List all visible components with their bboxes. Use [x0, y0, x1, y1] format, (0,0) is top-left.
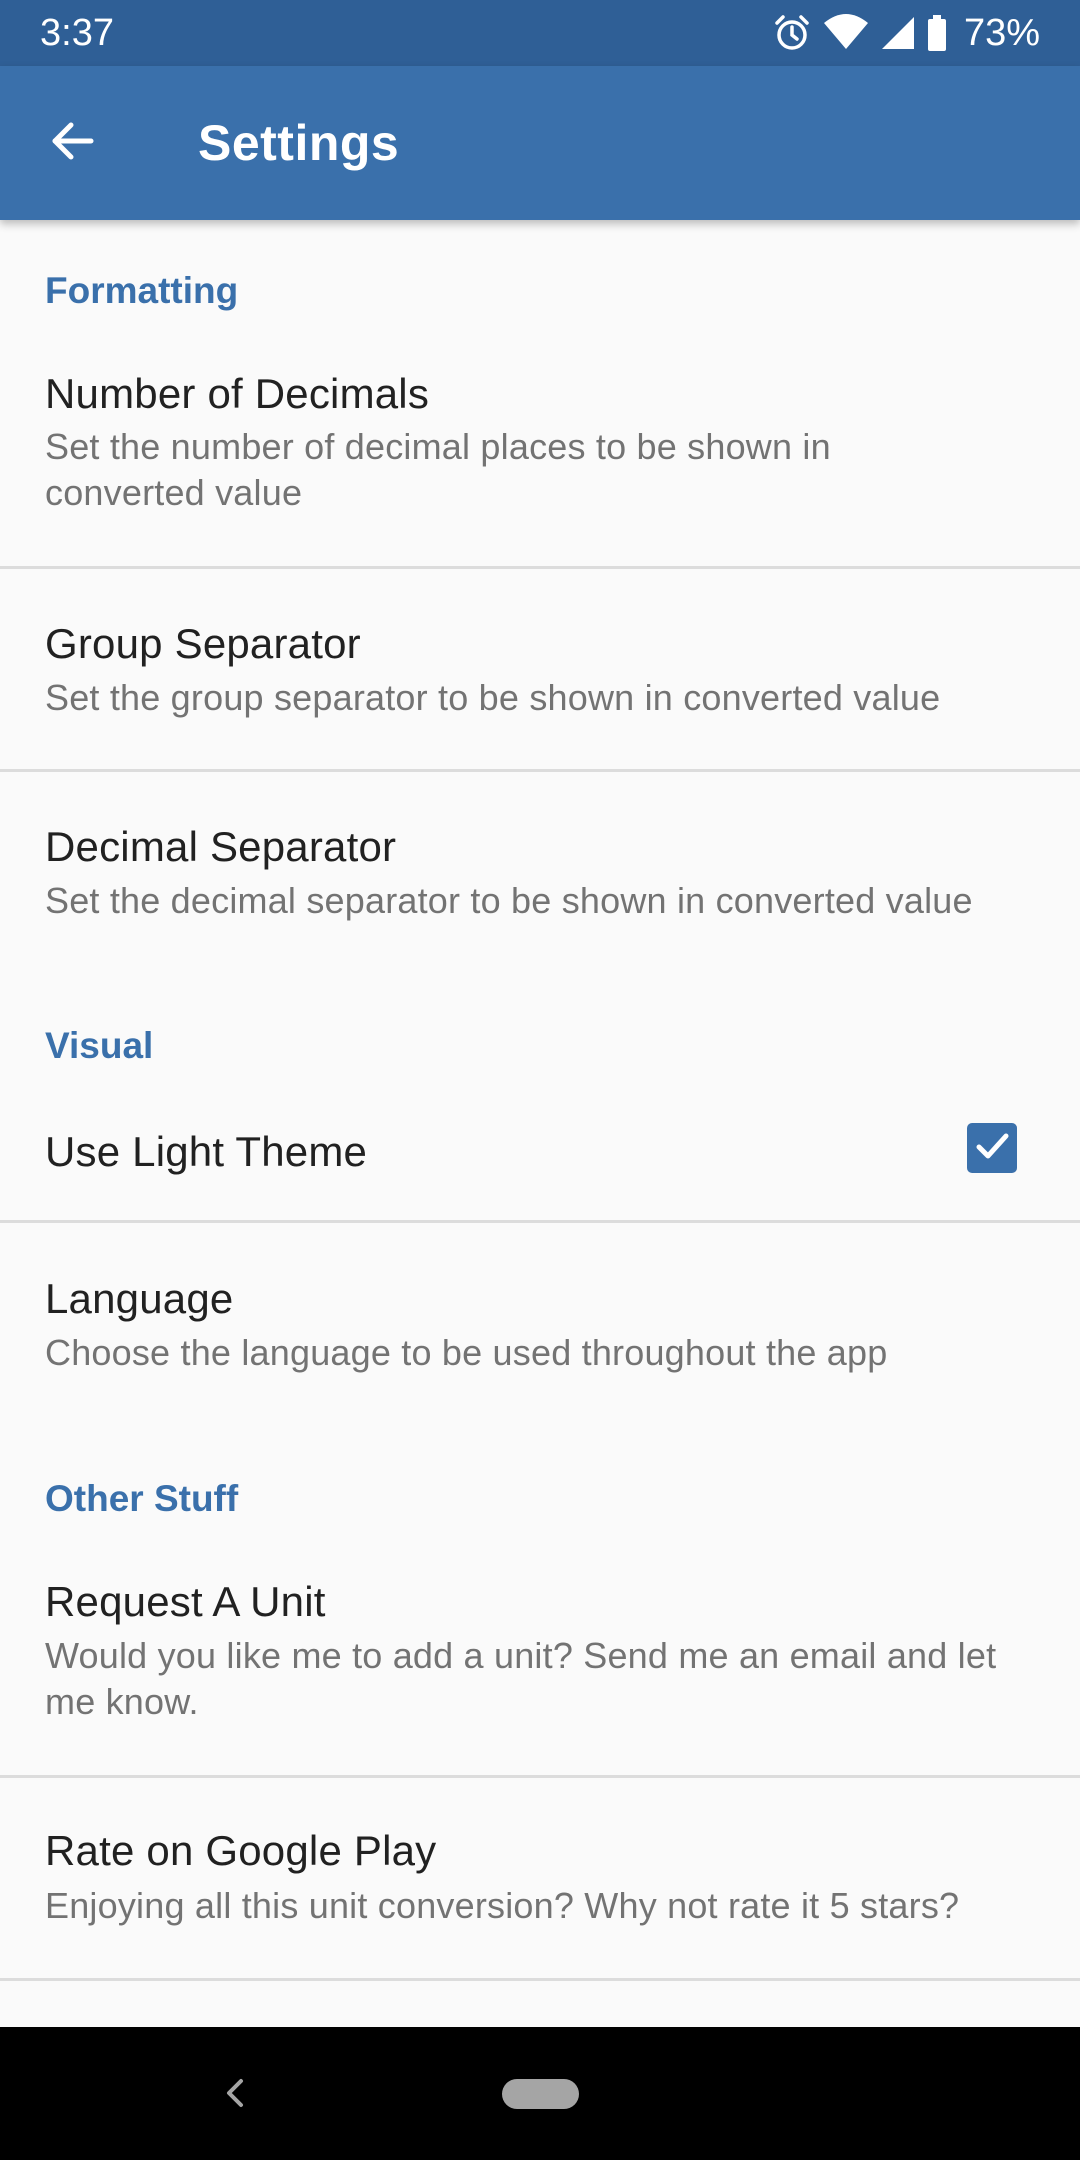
- arrow-left-icon: [47, 116, 97, 171]
- pref-rate-google-play[interactable]: [0, 1778, 1080, 1978]
- pref-title-group-separator: Group Separator: [45, 620, 361, 667]
- checkmark-icon: [972, 1126, 1012, 1171]
- battery-icon: [926, 13, 948, 53]
- pref-summary-language: Choose the language to be used throughou…: [45, 1332, 888, 1373]
- pref-title-decimal-separator: Decimal Separator: [45, 823, 397, 870]
- app-bar: Settings: [0, 66, 1080, 220]
- wifi-icon: [822, 13, 870, 53]
- divider: [0, 1978, 1080, 1981]
- page-title: Settings: [198, 115, 400, 171]
- pref-title-rate-google-play: Rate on Google Play: [45, 1827, 437, 1874]
- pref-summary-request-unit: Would you like me to add a unit? Send me…: [45, 1635, 997, 1722]
- status-icons: 73%: [772, 0, 1040, 66]
- pref-title-number-of-decimals: Number of Decimals: [45, 370, 430, 417]
- back-button[interactable]: [28, 99, 116, 187]
- pref-summary-decimal-separator: Set the decimal separator to be shown in…: [45, 880, 973, 921]
- pref-summary-group-separator: Set the group separator to be shown in c…: [45, 677, 941, 718]
- section-header-formatting: Formatting: [45, 270, 239, 311]
- navigation-bar: [0, 2027, 1080, 2160]
- nav-back-button[interactable]: [215, 2073, 255, 2113]
- pref-summary-rate-google-play: Enjoying all this unit conversion? Why n…: [45, 1885, 960, 1926]
- nav-home-button[interactable]: [502, 2079, 579, 2109]
- light-theme-checkbox[interactable]: [967, 1123, 1017, 1173]
- section-header-other-stuff: Other Stuff: [45, 1478, 239, 1519]
- section-header-visual: Visual: [45, 1025, 154, 1066]
- pref-title-use-light-theme: Use Light Theme: [45, 1128, 368, 1175]
- pref-title-language: Language: [45, 1275, 234, 1322]
- pref-title-request-unit: Request A Unit: [45, 1578, 326, 1625]
- signal-icon: [880, 13, 916, 53]
- pref-group-separator[interactable]: [0, 569, 1080, 769]
- chevron-left-icon: [215, 2079, 255, 2117]
- settings-list[interactable]: Formatting Number of Decimals Set the nu…: [0, 220, 1080, 2027]
- status-time: 3:37: [40, 12, 114, 54]
- status-bar: 3:37 73%: [0, 0, 1080, 66]
- battery-percent: 73%: [963, 12, 1040, 54]
- alarm-icon: [772, 13, 812, 53]
- pref-summary-number-of-decimals: Set the number of decimal places to be s…: [45, 426, 831, 513]
